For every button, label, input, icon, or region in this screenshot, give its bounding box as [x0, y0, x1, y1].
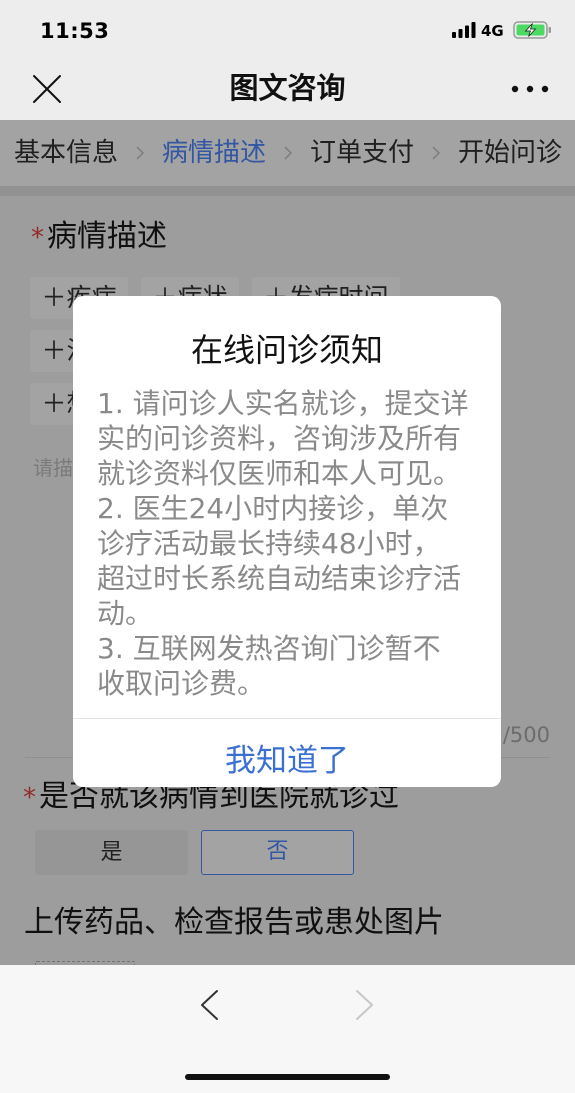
close-icon [33, 75, 61, 103]
notice-line: 动。 [97, 597, 154, 630]
notice-line: 就诊资料仅医师和本人可见。 [97, 457, 462, 490]
more-button[interactable] [506, 73, 554, 105]
notice-line: 诊疗活动最长持续48小时， [97, 527, 441, 560]
page-title: 图文咨询 [229, 71, 346, 105]
notice-line: 实的问诊资料，咨询涉及所有 [97, 422, 462, 455]
signal-icon [452, 22, 476, 38]
more-icon [511, 85, 549, 93]
notice-line: 收取问诊费。 [97, 667, 266, 700]
notice-line: 超过时长系统自动结束诊疗活 [97, 562, 462, 595]
battery-charging-icon [513, 21, 553, 39]
notice-line: 2. 医生24小时内接诊，单次 [97, 492, 449, 525]
chevron-left-icon [201, 990, 218, 1020]
confirm-button[interactable]: 我知道了 [73, 718, 501, 787]
home-indicator [185, 1074, 390, 1080]
status-time: 11:53 [40, 19, 110, 43]
notice-modal: 在线问诊须知 1. 请问诊人实名就诊，提交详 实的问诊资料，咨询涉及所有 就诊资… [73, 296, 501, 787]
modal-title: 在线问诊须知 [190, 331, 383, 369]
network-type: 4G [481, 22, 504, 40]
notice-line: 1. 请问诊人实名就诊，提交详 [97, 387, 469, 420]
back-button[interactable] [190, 984, 230, 1026]
forward-button[interactable] [344, 984, 384, 1026]
close-button[interactable] [30, 73, 64, 105]
nav-bar: 图文咨询 [0, 60, 575, 120]
webview: 基本信息 病情描述 订单支付 开始问诊 *病情描述 ＋疾病 ＋症状 ＋发病时间 … [0, 120, 575, 965]
modal-body: 1. 请问诊人实名就诊，提交详 实的问诊资料，咨询涉及所有 就诊资料仅医师和本人… [73, 386, 501, 701]
phone-screen: 11:53 4G 图文咨询 基本信息 病情描述 订单支付 开始问诊 * 病情描述… [0, 0, 575, 1093]
browser-toolbar [0, 965, 575, 1093]
notice-line: 3. 互联网发热咨询门诊暂不 [97, 632, 441, 665]
chevron-right-icon [356, 990, 373, 1020]
status-bar: 11:53 4G [0, 0, 575, 60]
